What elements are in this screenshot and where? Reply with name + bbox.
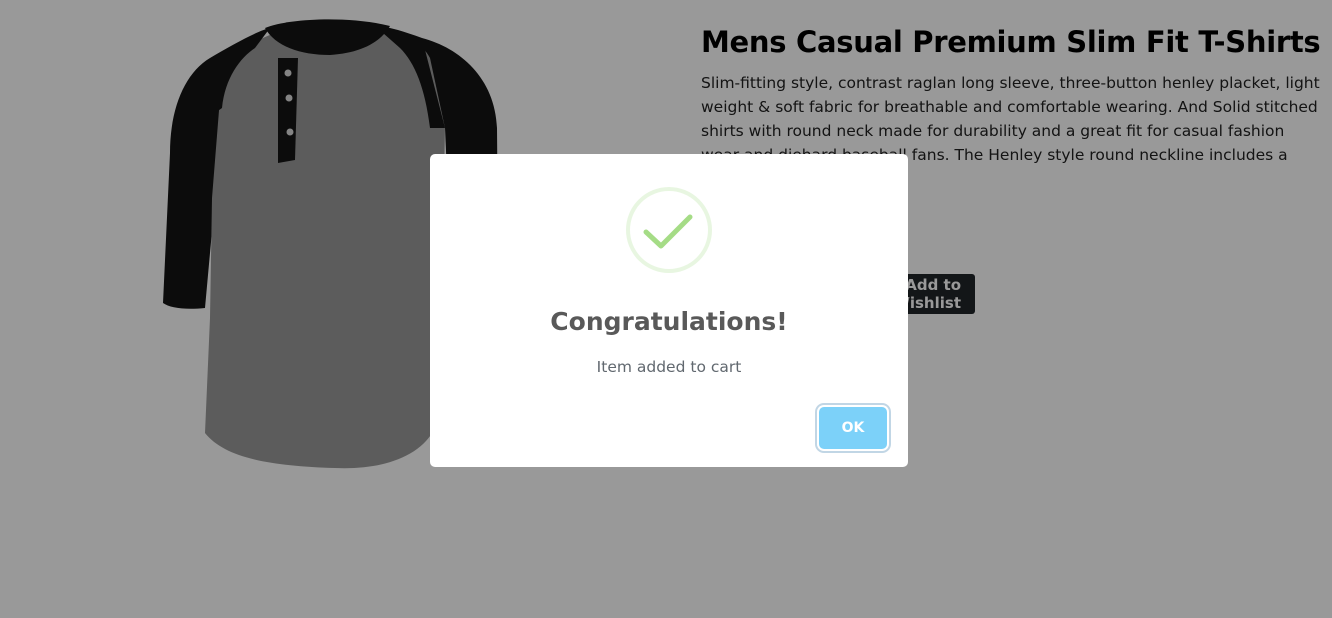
success-check-icon <box>626 187 712 273</box>
ok-button[interactable]: OK <box>819 407 887 449</box>
modal-text: Item added to cart <box>596 358 742 376</box>
success-modal: Congratulations! Item added to cart OK <box>430 154 908 467</box>
modal-title: Congratulations! <box>550 307 788 336</box>
product-page: Mens Casual Premium Slim Fit T-Shirts Sl… <box>0 0 1332 618</box>
